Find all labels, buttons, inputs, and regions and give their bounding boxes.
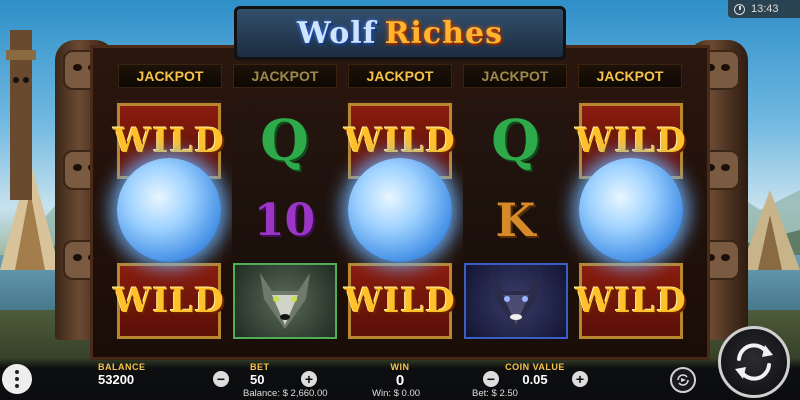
moon-icon (117, 158, 221, 262)
win-value: 0 (395, 372, 405, 389)
coin-value-decrease-button[interactable]: − (483, 371, 499, 387)
jackpot-label-4: JACKPOT (463, 64, 567, 88)
reel-2: Q 10 (231, 100, 338, 340)
moon-icon (348, 158, 452, 262)
spin-button[interactable] (718, 326, 790, 398)
logo-text-riches: Riches (384, 15, 503, 51)
coin-value-label: COIN VALUE (505, 362, 565, 372)
reel-2-bottom (232, 262, 338, 340)
reel-3-bottom: WILD (344, 262, 455, 340)
bet-decrease-button[interactable]: − (213, 371, 229, 387)
bet-label: BET (250, 362, 270, 372)
balance-display: BALANCE 53200 (98, 362, 148, 387)
spin-arrows-icon (735, 343, 773, 381)
win-label: WIN (390, 362, 410, 372)
ten-symbol: 10 (253, 194, 316, 246)
reel-2-top: Q (232, 102, 338, 180)
footer-bet: Bet: $ 2.50 (472, 388, 518, 399)
coin-value-display: COIN VALUE 0.05 (500, 362, 570, 387)
reel-4: Q K (462, 100, 569, 340)
background-totem-icon (6, 30, 36, 200)
wild-symbol: WILD (575, 263, 686, 339)
footer-win: Win: $ 0.00 (372, 388, 421, 399)
menu-dot-icon (15, 377, 19, 381)
coin-value: 0.05 (522, 372, 548, 387)
bet-increase-button[interactable]: + (301, 371, 317, 387)
jackpot-label-2: JACKPOT (233, 64, 337, 88)
q-symbol: Q (491, 108, 540, 174)
menu-button[interactable] (2, 364, 32, 394)
reel-5: WILD WILD (575, 100, 686, 340)
autoplay-button[interactable] (670, 367, 696, 393)
game-logo: Wolf Riches (234, 6, 566, 60)
reel-4-top: Q (463, 102, 569, 180)
reel-2-middle: 10 (232, 181, 338, 259)
autoplay-icon (677, 374, 689, 386)
wolf-icon (232, 263, 337, 339)
coin-value-increase-button[interactable]: + (572, 371, 588, 387)
clock-time: 13:43 (751, 3, 779, 15)
bet-display: BET 50 (250, 362, 290, 387)
jackpot-label-1: JACKPOT (118, 64, 222, 88)
q-symbol: Q (260, 108, 309, 174)
win-display: WIN 0 (380, 362, 420, 389)
moon-icon (579, 158, 683, 262)
jackpot-label-3: JACKPOT (348, 64, 452, 88)
footer-balance: Balance: $ 2,660.00 (243, 388, 328, 399)
reel-3: WILD WILD (344, 100, 455, 340)
clock-icon (734, 3, 745, 15)
balance-value: 53200 (98, 372, 135, 387)
k-symbol: K (495, 193, 536, 247)
tipi-right-icon (740, 190, 800, 270)
wild-symbol: WILD (113, 263, 224, 339)
reels: WILD WILD Q 10 WILD WILD Q K WILD WILD (113, 100, 686, 340)
system-clock: 13:43 (728, 0, 800, 18)
logo-text-wolf: Wolf (297, 15, 377, 51)
reel-5-bottom: WILD (575, 262, 686, 340)
reel-1: WILD WILD (113, 100, 224, 340)
reel-4-middle: K (463, 181, 569, 259)
menu-dot-icon (15, 384, 19, 388)
bet-value: 50 (250, 372, 265, 387)
menu-dot-icon (15, 370, 19, 374)
jackpot-label-5: JACKPOT (578, 64, 682, 88)
wild-symbol: WILD (344, 263, 455, 339)
balance-label: BALANCE (98, 362, 146, 372)
jackpot-row: JACKPOT JACKPOT JACKPOT JACKPOT JACKPOT (118, 64, 682, 90)
black-wolf-icon (463, 263, 568, 339)
reel-4-bottom (463, 262, 569, 340)
reel-1-bottom: WILD (113, 262, 224, 340)
